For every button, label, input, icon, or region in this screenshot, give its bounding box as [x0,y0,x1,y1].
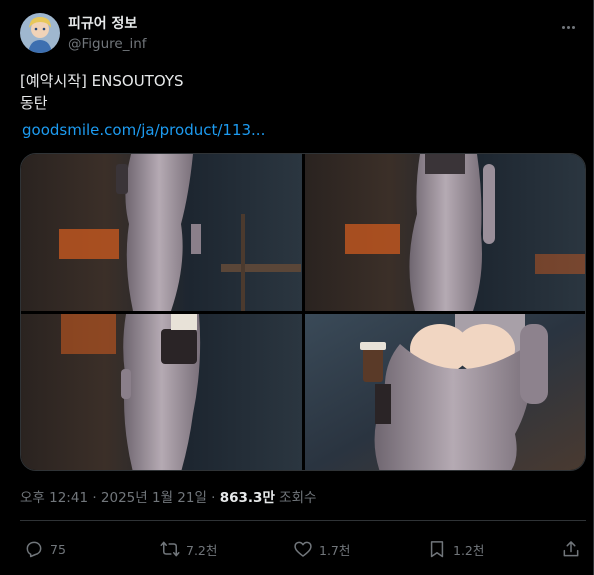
view-label: 조회수 [274,490,317,506]
bookmark-icon [430,541,444,558]
display-name[interactable]: 피규어 정보 [68,14,147,34]
media-grid [20,153,586,471]
handle[interactable]: @Figure_inf [68,34,147,54]
tweet-text-line2: 동탄 [20,94,48,112]
retweet-icon [160,541,180,557]
tweet-text-line1: [예약시작] ENSOUTOYS [20,72,184,90]
reply-icon [26,541,42,558]
bookmark-button[interactable]: 1.2천 [427,537,484,561]
timestamp[interactable]: 오후 12:41 · 2025년 1월 21일 · [20,490,220,506]
reply-button[interactable]: 75 [24,537,66,561]
retweet-button[interactable]: 7.2천 [160,537,217,561]
view-count: 863.3만 [219,490,275,506]
share-button[interactable] [561,537,581,561]
tweet-header: 피규어 정보 @Figure_inf [20,13,580,57]
tweet-text: [예약시작] ENSOUTOYS 동탄 [20,70,184,114]
author-names: 피규어 정보 @Figure_inf [68,14,147,54]
product-link[interactable]: goodsmile.com/ja/product/113... [22,119,265,141]
like-count: 1.7천 [319,542,351,558]
retweet-count: 7.2천 [186,542,218,558]
like-icon [294,541,312,557]
avatar[interactable] [20,13,60,53]
action-bar: 75 7.2천 1.7천 1.2천 [20,537,586,561]
like-button[interactable]: 1.7천 [293,537,350,561]
media-image-2[interactable] [305,154,585,311]
more-icon[interactable] [558,17,578,37]
divider [20,520,586,521]
media-image-3[interactable] [21,314,302,470]
reply-count: 75 [50,541,66,557]
bookmark-count: 1.2천 [453,542,485,558]
media-image-1[interactable] [21,154,302,311]
share-icon [563,541,579,557]
tweet-meta: 오후 12:41 · 2025년 1월 21일 · 863.3만 조회수 [20,488,316,508]
media-image-4[interactable] [305,314,585,470]
